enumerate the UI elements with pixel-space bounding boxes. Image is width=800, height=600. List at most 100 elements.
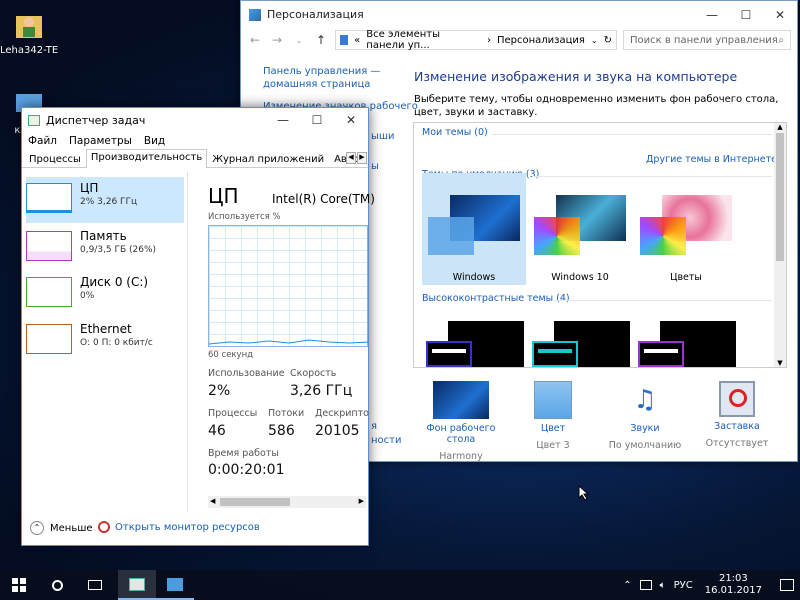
screensaver-value: Отсутствует	[705, 438, 769, 449]
volume-icon[interactable]: 🔈︎	[660, 580, 666, 591]
desktop-icon-label: Leha342-TE...	[0, 45, 58, 56]
taskbar: ⌃ 🔈︎ РУС 21:03 16.01.2017	[0, 570, 800, 600]
resource-name: Ethernet	[80, 322, 132, 336]
taskbar-control-panel[interactable]	[156, 570, 194, 600]
maximize-button[interactable]: ☐	[300, 108, 334, 132]
online-themes-link[interactable]: Другие темы в Интернете	[646, 154, 777, 165]
clock-time: 21:03	[718, 573, 748, 584]
minimize-button[interactable]: —	[266, 108, 300, 132]
language-indicator[interactable]: РУС	[674, 580, 693, 591]
scroll-left-icon[interactable]: ◀	[210, 497, 215, 505]
sounds-item[interactable]: ♫ Звуки По умолчанию	[597, 381, 693, 451]
address-bar[interactable]: « Все элементы панели уп... › Персонализ…	[335, 29, 617, 51]
action-center-icon[interactable]	[780, 579, 794, 591]
task-view-icon	[88, 580, 102, 590]
ethernet-mini-graph	[26, 324, 72, 354]
uptime-label: Время работы	[208, 448, 279, 459]
sounds-icon: ♫	[633, 385, 657, 415]
breadcrumb-all-items[interactable]: Все элементы панели уп...	[366, 29, 481, 51]
desktop-background-item[interactable]: Фон рабочего стола Harmony	[413, 381, 509, 462]
horizontal-scrollbar[interactable]: ◀ ▶	[208, 496, 366, 508]
tab-app-history[interactable]: Журнал приложений	[207, 151, 329, 167]
color-item[interactable]: Цвет Цвет 3	[505, 381, 601, 451]
menu-view[interactable]: Вид	[144, 135, 165, 147]
screensaver-icon	[719, 381, 755, 417]
themes-list[interactable]: Мои темы (0) Другие темы в Интернете Тем…	[413, 122, 787, 368]
address-dropdown-icon[interactable]: ⌄	[591, 36, 598, 45]
theme-windows-10[interactable]: Windows 10	[528, 173, 632, 285]
scroll-down-icon[interactable]: ▼	[774, 359, 786, 367]
tab-scroll-right-icon[interactable]: ▶	[357, 152, 367, 164]
start-button[interactable]	[0, 570, 38, 600]
recent-pages-button[interactable]: ⌄	[291, 36, 307, 45]
sidebar-home-link[interactable]: Панель управления — домашняя страница	[263, 65, 380, 91]
back-button[interactable]: ←	[247, 33, 263, 47]
control-panel-small-icon	[340, 35, 349, 45]
uptime-value: 0:00:20:01	[208, 462, 285, 478]
high-contrast-theme-3[interactable]	[638, 321, 736, 367]
sounds-label: Звуки	[630, 423, 660, 434]
close-button[interactable]: ✕	[763, 1, 797, 28]
resource-ethernet[interactable]: Ethernet О: 0 П: 0 кбит/с	[26, 318, 184, 364]
handles-value: 20105	[315, 423, 360, 439]
usage-label: Использование	[208, 368, 285, 379]
sidebar-partial-4[interactable]: ности	[371, 435, 401, 446]
clock[interactable]: 21:03 16.01.2017	[705, 573, 762, 597]
resource-memory[interactable]: Память 0,9/3,5 ГБ (26%)	[26, 225, 184, 271]
breadcrumb-separator[interactable]: ›	[487, 35, 491, 46]
resource-monitor-link[interactable]: Открыть монитор ресурсов	[98, 521, 260, 533]
resource-name: Диск 0 (C:)	[80, 275, 149, 289]
personalization-titlebar[interactable]: Персонализация — ☐ ✕	[241, 1, 797, 28]
refresh-icon[interactable]: ↻	[604, 35, 612, 46]
divider	[552, 300, 772, 301]
forward-button[interactable]: →	[269, 33, 285, 47]
sidebar-partial-2[interactable]: ы	[371, 161, 379, 172]
maximize-button[interactable]: ☐	[729, 1, 763, 28]
sounds-value: По умолчанию	[608, 440, 682, 451]
resource-disk[interactable]: Диск 0 (C:) 0%	[26, 271, 184, 317]
taskbar-task-manager[interactable]	[118, 570, 156, 600]
task-manager-titlebar[interactable]: Диспетчер задач — ☐ ✕	[22, 108, 368, 132]
theme-windows[interactable]: Windows	[422, 173, 526, 285]
themes-scrollbar[interactable]: ▲ ▼	[774, 123, 786, 367]
memory-mini-graph	[26, 231, 72, 261]
theme-color-swatch	[640, 217, 686, 255]
tab-performance[interactable]: Производительность	[85, 149, 208, 168]
desktop-icon-user[interactable]: Leha342-TE...	[0, 8, 58, 56]
detail-title: ЦП	[208, 184, 239, 208]
show-hidden-icons-icon[interactable]: ⌃	[623, 580, 631, 591]
sidebar-partial-3[interactable]: я	[371, 421, 377, 432]
tab-processes[interactable]: Процессы	[24, 151, 86, 167]
scroll-right-icon[interactable]: ▶	[359, 497, 364, 505]
high-contrast-theme-2[interactable]	[532, 321, 630, 367]
system-tray: ⌃ 🔈︎ РУС 21:03 16.01.2017	[623, 573, 800, 597]
scroll-thumb[interactable]	[776, 133, 784, 261]
task-manager-icon	[28, 114, 40, 126]
menu-options[interactable]: Параметры	[69, 135, 132, 147]
search-button[interactable]	[38, 570, 76, 600]
my-themes-header: Мои темы (0)	[422, 127, 488, 138]
task-view-button[interactable]	[76, 570, 114, 600]
high-contrast-theme-1[interactable]	[426, 321, 524, 367]
menu-bar: Файл Параметры Вид	[22, 132, 368, 150]
search-input[interactable]: Поиск в панели управления ⌕	[623, 30, 791, 50]
sidebar-partial-1[interactable]: ыши	[371, 131, 395, 142]
fewer-details-button[interactable]: ⌃ Меньше	[30, 521, 93, 535]
search-placeholder: Поиск в панели управления	[630, 34, 778, 46]
screensaver-item[interactable]: Заставка Отсутствует	[689, 381, 785, 449]
scroll-thumb[interactable]	[220, 498, 290, 506]
menu-file[interactable]: Файл	[28, 135, 57, 147]
resource-cpu[interactable]: ЦП 2% 3,26 ГГц	[26, 177, 184, 223]
tab-scroll-left-icon[interactable]: ◀	[346, 152, 356, 164]
network-icon[interactable]	[639, 580, 652, 590]
theme-flowers[interactable]: Цветы	[634, 173, 738, 285]
scroll-up-icon[interactable]: ▲	[774, 123, 786, 131]
up-button[interactable]: ↑	[313, 33, 329, 47]
minimize-button[interactable]: —	[695, 1, 729, 28]
close-button[interactable]: ✕	[334, 108, 368, 132]
breadcrumb-personalization[interactable]: Персонализация	[497, 35, 585, 46]
cpu-usage-graph	[208, 225, 369, 347]
resource-detail: 0%	[80, 291, 95, 301]
wallpaper-thumb	[433, 381, 489, 419]
resource-detail: 2% 3,26 ГГц	[80, 197, 138, 207]
